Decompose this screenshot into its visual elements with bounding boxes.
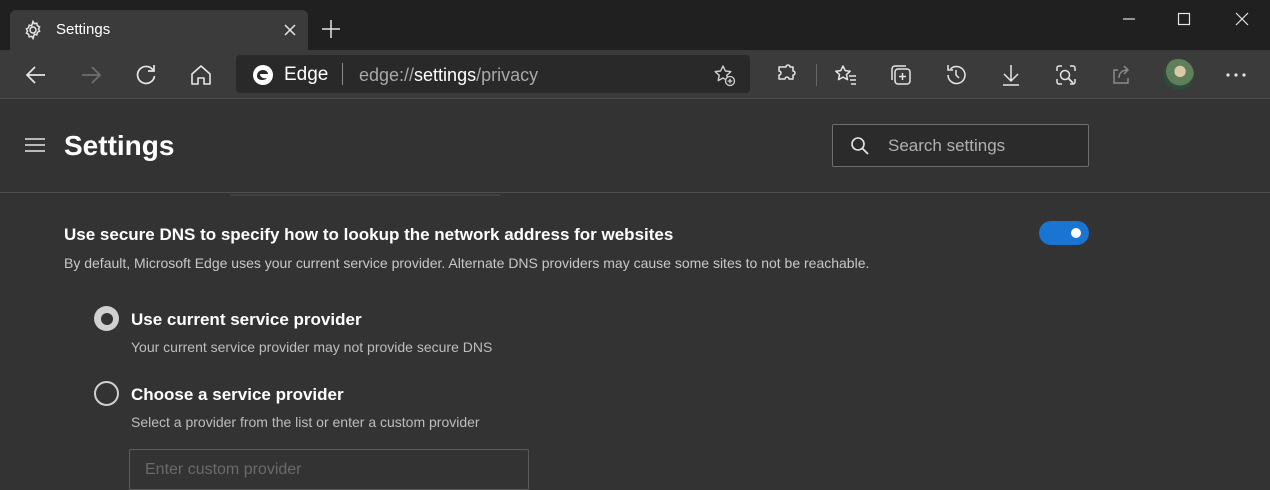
clipped-previous-text bbox=[230, 194, 500, 196]
hamburger-menu-icon[interactable] bbox=[24, 136, 46, 154]
back-icon[interactable] bbox=[23, 62, 49, 88]
refresh-icon[interactable] bbox=[133, 62, 159, 88]
web-capture-icon[interactable] bbox=[1053, 62, 1079, 88]
url-scheme: edge:// bbox=[359, 65, 415, 85]
option-choose-provider-title[interactable]: Choose a service provider bbox=[131, 385, 344, 405]
address-brand: Edge bbox=[284, 64, 329, 85]
browser-toolbar: Edge edge://settings/privacy bbox=[0, 50, 1270, 99]
address-bar[interactable]: Edge edge://settings/privacy bbox=[236, 55, 750, 93]
custom-provider-input[interactable] bbox=[129, 449, 529, 490]
search-icon bbox=[850, 136, 870, 156]
secure-dns-title: Use secure DNS to specify how to lookup … bbox=[64, 225, 674, 244]
downloads-icon[interactable] bbox=[998, 62, 1024, 88]
forward-icon[interactable] bbox=[78, 62, 104, 88]
secure-dns-description: By default, Microsoft Edge uses your cur… bbox=[64, 255, 870, 271]
radio-current-provider[interactable] bbox=[94, 306, 119, 331]
option-choose-provider-description: Select a provider from the list or enter… bbox=[131, 414, 480, 430]
search-input[interactable] bbox=[888, 134, 1078, 158]
url-host: settings bbox=[414, 65, 477, 85]
extensions-icon[interactable] bbox=[773, 62, 799, 88]
tab-title: Settings bbox=[56, 21, 111, 38]
url-path: /privacy bbox=[476, 65, 539, 85]
add-favorite-icon[interactable] bbox=[712, 63, 736, 87]
title-bar: Settings bbox=[0, 0, 1270, 50]
more-icon[interactable] bbox=[1223, 62, 1249, 88]
secure-dns-toggle[interactable] bbox=[1039, 221, 1089, 245]
toggle-knob bbox=[1071, 228, 1081, 238]
page-title: Settings bbox=[64, 130, 175, 161]
privacy-content: Use secure DNS to specify how to lookup … bbox=[0, 194, 1270, 490]
minimize-icon[interactable] bbox=[1118, 8, 1140, 30]
favorites-icon[interactable] bbox=[833, 62, 859, 88]
radio-choose-provider[interactable] bbox=[94, 381, 119, 406]
edge-logo-icon bbox=[252, 64, 274, 86]
maximize-icon[interactable] bbox=[1173, 8, 1195, 30]
collections-icon[interactable] bbox=[888, 62, 914, 88]
address-url[interactable]: edge://settings/privacy bbox=[359, 65, 538, 86]
close-icon[interactable] bbox=[1231, 8, 1253, 30]
share-icon[interactable] bbox=[1108, 62, 1134, 88]
address-separator bbox=[342, 63, 343, 85]
home-icon[interactable] bbox=[188, 62, 214, 88]
toolbar-divider bbox=[816, 64, 817, 86]
close-tab-icon[interactable] bbox=[281, 21, 299, 39]
gear-icon bbox=[23, 20, 43, 40]
option-current-provider-title[interactable]: Use current service provider bbox=[131, 310, 362, 330]
option-current-provider-description: Your current service provider may not pr… bbox=[131, 339, 493, 355]
settings-header: Settings bbox=[0, 100, 1270, 193]
history-icon[interactable] bbox=[943, 62, 969, 88]
new-tab-icon[interactable] bbox=[320, 18, 342, 40]
search-box[interactable] bbox=[832, 124, 1089, 167]
tab-settings[interactable]: Settings bbox=[10, 10, 308, 50]
avatar[interactable] bbox=[1163, 59, 1194, 90]
